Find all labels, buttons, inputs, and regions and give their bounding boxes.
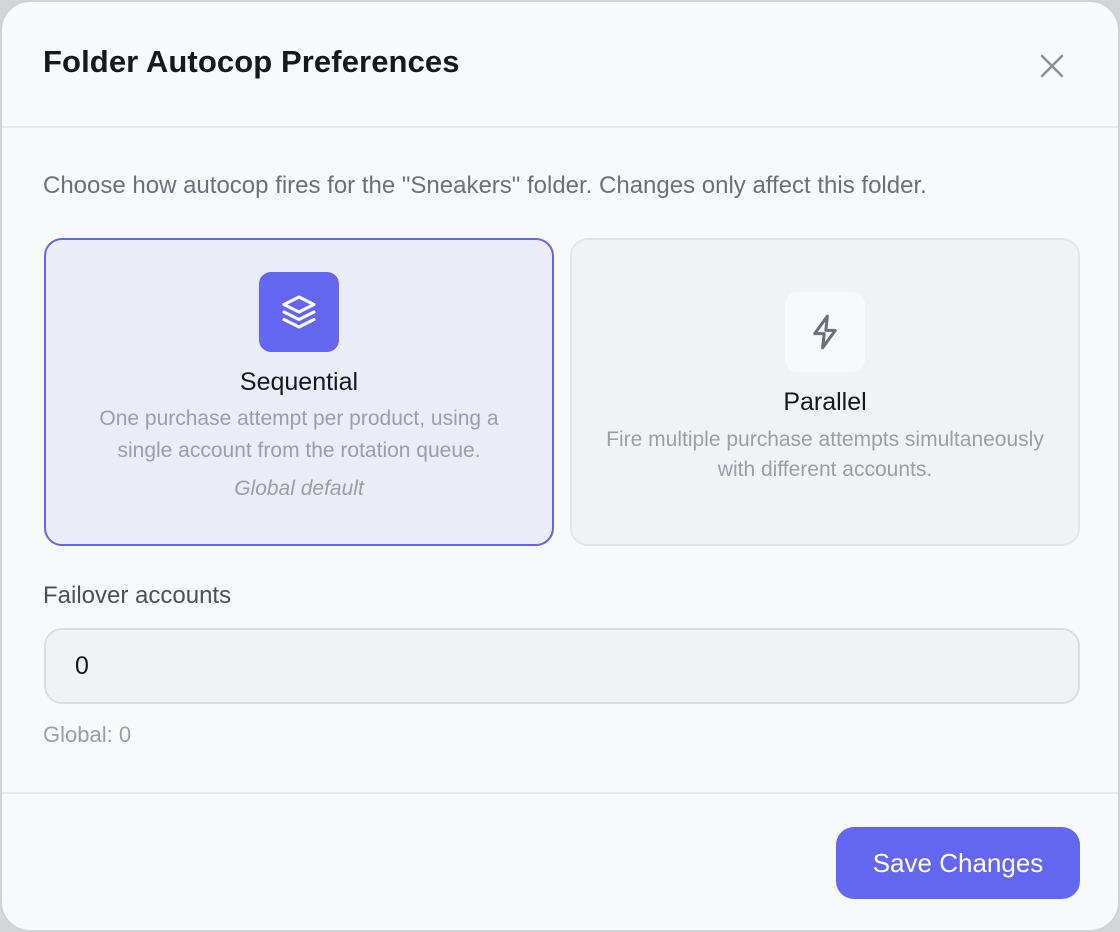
global-default-note: Global default — [234, 477, 364, 500]
failover-accounts-input[interactable] — [44, 628, 1080, 704]
mode-title: Sequential — [239, 368, 359, 396]
failover-accounts-label: Failover accounts — [43, 582, 232, 609]
failover-global-hint: Global: 0 — [43, 722, 132, 747]
close-button[interactable] — [1032, 46, 1072, 86]
dialog-footer: Save Changes — [2, 792, 1118, 930]
mode-title: Parallel — [783, 388, 867, 416]
mode-description: Fire multiple purchase attempts simultan… — [606, 428, 1044, 481]
dialog-description: Choose how autocop fires for the "Sneake… — [43, 172, 927, 199]
autocop-preferences-dialog: Folder Autocop Preferences Choose how au… — [0, 0, 1120, 932]
lightning-icon — [785, 292, 865, 372]
mode-option-parallel[interactable]: Parallel Fire multiple purchase attempts… — [570, 238, 1080, 546]
mode-description: One purchase attempt per product, using … — [99, 407, 499, 462]
save-changes-button[interactable]: Save Changes — [836, 827, 1080, 899]
mode-option-sequential[interactable]: Sequential One purchase attempt per prod… — [44, 238, 554, 546]
close-icon — [1040, 54, 1064, 78]
layers-icon — [259, 272, 339, 352]
dialog-header: Folder Autocop Preferences — [2, 2, 1118, 128]
dialog-title: Folder Autocop Preferences — [43, 44, 460, 79]
